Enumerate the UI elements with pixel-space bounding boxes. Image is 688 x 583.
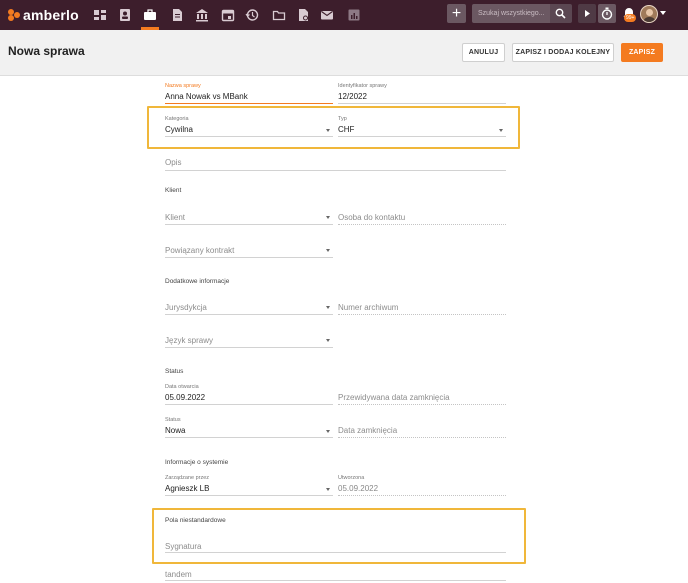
case-name-label: Nazwa sprawy — [165, 83, 201, 89]
folder-icon[interactable] — [272, 8, 286, 22]
case-language-chevron-down-icon[interactable] — [326, 339, 330, 342]
calendar-icon[interactable] — [221, 8, 235, 22]
opened-date-label: Data otwarcia — [165, 384, 199, 390]
archive-number-input[interactable]: Numer archiwum — [338, 303, 398, 312]
search-button[interactable] — [550, 4, 572, 23]
archive-number-underline — [338, 314, 506, 315]
related-contract-underline — [165, 257, 333, 258]
logo-mark-icon — [8, 9, 20, 21]
case-name-input[interactable]: Anna Nowak vs MBank — [165, 92, 248, 101]
matters-icon[interactable] — [143, 8, 157, 22]
category-chevron-down-icon[interactable] — [326, 129, 330, 132]
managed-by-chevron-down-icon[interactable] — [326, 488, 330, 491]
add-new-button[interactable]: + — [447, 4, 466, 23]
case-language-select[interactable]: Język sprawy — [165, 336, 213, 345]
type-select[interactable]: CHF — [338, 125, 354, 134]
documents-icon[interactable] — [170, 8, 184, 22]
system-info-section-title: Informacje o systemie — [165, 459, 229, 466]
managed-by-label: Zarządzane przez — [165, 475, 210, 481]
category-type-highlight — [147, 106, 520, 149]
user-avatar[interactable] — [640, 5, 658, 23]
user-menu-chevron-down-icon[interactable] — [660, 11, 666, 15]
case-id-input[interactable]: 12/2022 — [338, 92, 367, 101]
client-underline — [165, 224, 333, 225]
reports-icon[interactable] — [347, 8, 361, 22]
status-underline — [165, 437, 333, 438]
jurisdiction-select[interactable]: Jurysdykcja — [165, 303, 207, 312]
expected-close-date-input[interactable]: Przewidywana data zamknięcia — [338, 393, 450, 402]
stopwatch-icon — [601, 7, 613, 20]
stopwatch-button[interactable] — [598, 4, 616, 23]
case-name-underline — [165, 103, 333, 104]
status-section-title: Status — [165, 368, 184, 375]
page-header: Nowa sprawa ANULUJ ZAPISZ I DODAJ KOLEJN… — [0, 30, 688, 76]
related-contract-select[interactable]: Powiązany kontrakt — [165, 246, 234, 255]
opened-date-input[interactable]: 05.09.2022 — [165, 393, 205, 402]
created-date-underline — [338, 495, 506, 496]
top-navigation-bar: amberlo + Szukaj wszystkiego... 99+ — [0, 0, 688, 30]
case-id-label: Identyfikator sprawy — [338, 83, 387, 89]
custom-fields-section-title: Pola niestandardowe — [165, 517, 226, 524]
case-language-underline — [165, 347, 333, 348]
contact-person-input[interactable]: Osoba do kontaktu — [338, 213, 405, 222]
client-section-title: Klient — [165, 187, 182, 194]
notification-count-badge: 99+ — [624, 14, 637, 22]
close-date-underline — [338, 437, 506, 438]
client-chevron-down-icon[interactable] — [326, 216, 330, 219]
tandem-underline — [165, 580, 506, 581]
logo-text: amberlo — [23, 7, 79, 23]
global-search-input[interactable]: Szukaj wszystkiego... — [472, 4, 550, 23]
start-timer-button[interactable] — [578, 4, 596, 23]
related-contract-chevron-down-icon[interactable] — [326, 249, 330, 252]
created-label: Utworzona — [338, 475, 365, 481]
opened-date-underline — [165, 404, 333, 405]
app-logo[interactable]: amberlo — [8, 7, 79, 23]
bank-icon[interactable] — [195, 8, 209, 22]
category-underline — [165, 136, 333, 137]
description-underline — [165, 170, 506, 171]
tandem-input[interactable]: tandem — [165, 570, 192, 579]
cancel-button[interactable]: ANULUJ — [462, 43, 505, 62]
category-select[interactable]: Cywilna — [165, 125, 193, 134]
save-button[interactable]: ZAPISZ — [621, 43, 663, 62]
mail-icon[interactable] — [320, 8, 334, 22]
jurisdiction-underline — [165, 314, 333, 315]
page-title: Nowa sprawa — [8, 44, 85, 58]
play-icon — [585, 10, 590, 17]
close-date-input[interactable]: Data zamknięcia — [338, 426, 397, 435]
search-icon — [555, 8, 566, 19]
expected-close-date-underline — [338, 404, 506, 405]
created-date-value: 05.09.2022 — [338, 484, 379, 493]
contact-person-underline — [338, 224, 506, 225]
client-select[interactable]: Klient — [165, 213, 185, 222]
description-input[interactable]: Opis — [165, 158, 181, 167]
signature-underline — [165, 552, 506, 553]
type-label: Typ — [338, 116, 347, 122]
jurisdiction-chevron-down-icon[interactable] — [326, 306, 330, 309]
status-chevron-down-icon[interactable] — [326, 430, 330, 433]
save-and-add-another-button[interactable]: ZAPISZ I DODAJ KOLEJNY — [512, 43, 614, 62]
type-chevron-down-icon[interactable] — [499, 129, 503, 132]
type-underline — [338, 136, 506, 137]
contacts-icon[interactable] — [118, 8, 132, 22]
dashboard-icon[interactable] — [93, 8, 107, 22]
history-icon[interactable] — [245, 8, 259, 22]
additional-info-section-title: Dodatkowe informacje — [165, 278, 230, 285]
signature-input[interactable]: Sygnatura — [165, 542, 201, 551]
status-label: Status — [165, 417, 181, 423]
invoices-icon[interactable] — [296, 8, 310, 22]
category-label: Kategoria — [165, 116, 189, 122]
managed-by-underline — [165, 495, 333, 496]
status-select[interactable]: Nowa — [165, 426, 185, 435]
managed-by-select[interactable]: Agnieszk LB — [165, 484, 209, 493]
case-id-underline — [338, 103, 506, 104]
